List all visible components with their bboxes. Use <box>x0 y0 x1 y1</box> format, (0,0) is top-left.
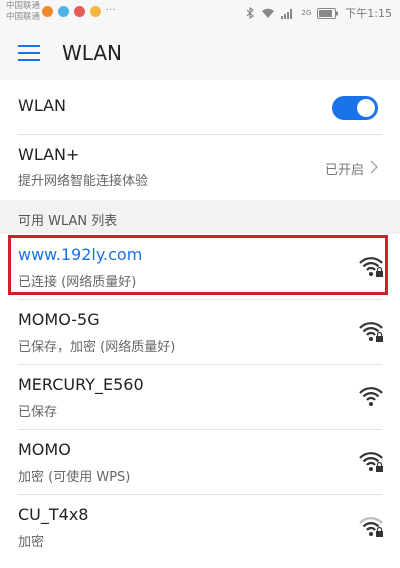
heart-icon <box>74 6 85 17</box>
lock-icon <box>376 461 383 472</box>
chevron-right-icon <box>370 160 379 174</box>
network-ssid: MOMO-5G <box>18 310 100 329</box>
network-ssid: MERCURY_E560 <box>18 375 144 394</box>
status-bar: 中国联通 中国联通 ··· 2G 下午1:15 <box>0 0 400 28</box>
network-list: www.192ly.com 已连接 (网络质量好) MOMO-5G 已保存，加密… <box>0 234 400 568</box>
network-status: 加密 (可使用 WPS) <box>18 470 131 485</box>
network-ssid: MOMO <box>18 440 71 459</box>
network-list-item[interactable]: CU_T4x8 加密 <box>0 495 400 560</box>
wlan-plus-status: 已开启 <box>324 163 364 178</box>
lock-icon <box>376 526 383 537</box>
wlan-label: WLAN <box>18 96 67 115</box>
lock-icon <box>376 331 383 342</box>
section-title: 可用 WLAN 列表 <box>18 214 118 229</box>
page-title: WLAN <box>62 41 123 65</box>
app-notification-icon <box>90 6 101 17</box>
network-status: 已连接 (网络质量好) <box>18 275 137 290</box>
wifi-status-icon <box>262 8 275 18</box>
wifi-signal-icon <box>359 322 383 342</box>
wifi-signal-icon <box>359 257 383 277</box>
wifi-signal-icon <box>359 452 383 472</box>
network-list-item[interactable]: MOMO 加密 (可使用 WPS) <box>0 430 400 495</box>
wlan-plus-subtitle: 提升网络智能连接体验 <box>18 174 149 189</box>
network-status: 加密 <box>18 535 45 550</box>
wlan-toggle-switch[interactable] <box>332 96 378 120</box>
app-notification-icon <box>42 6 53 17</box>
notification-icons: ··· <box>42 6 116 17</box>
carrier-1: 中国联通 <box>6 1 41 11</box>
system-indicators: 2G 下午1:15 <box>246 5 392 21</box>
carrier-labels: 中国联通 中国联通 <box>6 1 40 23</box>
wlan-settings-card: WLAN WLAN+ 提升网络智能连接体验 已开启 <box>0 80 400 200</box>
app-notification-icon <box>58 6 69 17</box>
network-status: 已保存 <box>18 405 58 420</box>
bluetooth-icon <box>246 7 255 19</box>
menu-icon[interactable] <box>18 45 40 62</box>
network-status: 已保存，加密 (网络质量好) <box>18 340 176 355</box>
lock-icon <box>376 266 383 277</box>
network-type-label: 2G <box>301 9 312 17</box>
wlan-toggle-row[interactable]: WLAN <box>0 80 400 134</box>
wifi-signal-icon <box>359 517 383 537</box>
app-bar: WLAN <box>0 28 400 80</box>
network-list-item[interactable]: MOMO-5G 已保存，加密 (网络质量好) <box>0 300 400 365</box>
network-list-item[interactable]: MERCURY_E560 已保存 <box>0 365 400 430</box>
wifi-signal-icon <box>359 387 383 406</box>
network-ssid: www.192ly.com <box>18 245 143 264</box>
battery-icon <box>317 7 339 19</box>
carrier-2: 中国联通 <box>6 12 41 22</box>
network-list-item[interactable]: www.192ly.com 已连接 (网络质量好) <box>0 235 400 300</box>
more-notifications: ··· <box>106 5 116 16</box>
signal-icon <box>281 8 293 19</box>
network-ssid: CU_T4x8 <box>18 505 89 524</box>
section-header: 可用 WLAN 列表 <box>0 200 400 234</box>
wlan-plus-label: WLAN+ <box>18 145 80 164</box>
wlan-plus-row[interactable]: WLAN+ 提升网络智能连接体验 已开启 <box>0 135 400 200</box>
clock: 下午1:15 <box>345 7 392 20</box>
